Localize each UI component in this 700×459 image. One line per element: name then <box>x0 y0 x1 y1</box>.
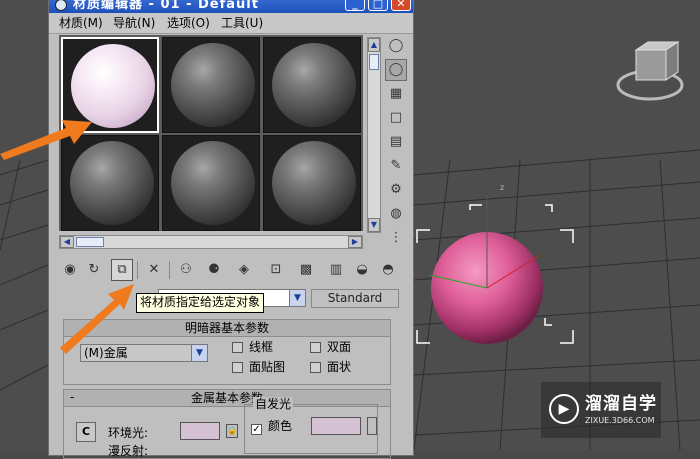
lock-icon[interactable]: 🔒 <box>226 424 238 438</box>
toolbar-separator <box>169 261 170 279</box>
scroll-thumb[interactable] <box>76 237 104 247</box>
material-editor-window: 材质编辑器 - 01 - Default _ □ ✕ 材质(M) 导航(N) 选… <box>48 0 414 459</box>
menu-utilities[interactable]: 工具(U) <box>221 15 263 31</box>
orange-arrow-icon <box>60 284 134 354</box>
minimize-button[interactable]: _ <box>345 0 365 11</box>
material-id-channel-icon[interactable]: ⊡ <box>265 259 287 281</box>
orange-arrow-icon <box>0 120 92 160</box>
toolbar-separator <box>137 261 138 279</box>
self-illum-color-swatch[interactable] <box>311 417 361 435</box>
diffuse-label: 漫反射: <box>108 444 149 458</box>
chevron-down-icon[interactable]: ▼ <box>289 290 305 306</box>
metal-basic-params-panel: - 金属基本参数 C 环境光: 漫反射: 🔒 自发光 ✓ 颜色 <box>63 389 391 459</box>
ambient-color-swatch[interactable] <box>180 422 220 440</box>
options-icon[interactable]: ⚙ <box>385 179 407 201</box>
faceted-checkbox[interactable]: 面状 <box>310 360 351 374</box>
self-illum-color-checkbox[interactable]: ✓ 颜色 <box>251 419 293 435</box>
make-unique-icon[interactable]: ⚈ <box>203 259 225 281</box>
ambient-label: 环境光: <box>108 426 149 440</box>
checkbox-label: 双面 <box>327 340 352 354</box>
material-type-button[interactable]: Standard <box>311 289 399 308</box>
sample-slot-5[interactable] <box>162 135 260 231</box>
scroll-up-arrow-icon[interactable]: ▲ <box>368 38 380 52</box>
window-titlebar[interactable]: 材质编辑器 - 01 - Default _ □ ✕ <box>49 0 413 13</box>
close-button[interactable]: ✕ <box>391 0 411 11</box>
sample-sphere <box>171 43 255 127</box>
make-preview-icon[interactable]: ✎ <box>385 155 407 177</box>
scroll-left-arrow-icon[interactable]: ◀ <box>60 236 74 248</box>
side-toolbar: ◯ ◯ ▦ □ ▤ ✎ ⚙ ◍ ⋮ <box>385 35 411 255</box>
two-sided-checkbox[interactable]: 双面 <box>310 340 351 354</box>
maximize-button[interactable]: □ <box>368 0 388 11</box>
show-end-result-icon[interactable]: ▥ <box>325 259 347 281</box>
sample-slot-3[interactable] <box>263 37 361 133</box>
self-illumination-label: 自发光 <box>253 397 294 411</box>
material-map-navigator-icon[interactable]: ⋮ <box>385 227 407 249</box>
assign-tooltip: 将材质指定给选定对象 <box>136 293 265 313</box>
scroll-thumb[interactable] <box>369 54 379 70</box>
menu-navigation[interactable]: 导航(N) <box>113 15 155 31</box>
sample-horizontal-scrollbar[interactable]: ◀ ▶ <box>59 235 363 249</box>
menu-bar: 材质(M) 导航(N) 选项(O) 工具(U) <box>49 13 413 34</box>
sample-vertical-scrollbar[interactable]: ▲ ▼ <box>367 37 381 233</box>
go-to-parent-icon[interactable]: ◒ <box>351 259 373 281</box>
reset-map-icon[interactable]: ✕ <box>143 259 165 281</box>
background-checker-icon[interactable]: ▦ <box>385 83 407 105</box>
sample-slots-grid <box>59 35 363 231</box>
scroll-down-arrow-icon[interactable]: ▼ <box>368 218 380 232</box>
video-color-check-icon[interactable]: ▤ <box>385 131 407 153</box>
material-editor-icon <box>55 0 67 11</box>
chevron-down-icon[interactable]: ▼ <box>191 345 207 361</box>
wireframe-checkbox[interactable]: 线框 <box>232 340 273 354</box>
checkbox-checked-icon[interactable]: ✓ <box>251 424 262 435</box>
sample-sphere <box>272 43 356 127</box>
checkbox-label: 面贴图 <box>249 360 286 374</box>
scroll-right-arrow-icon[interactable]: ▶ <box>348 236 362 248</box>
sample-slot-2[interactable] <box>162 37 260 133</box>
axis-label-z: z <box>500 183 504 192</box>
checkbox-label: 线框 <box>249 340 274 354</box>
show-map-icon[interactable]: ▩ <box>295 259 317 281</box>
put-to-library-icon[interactable]: ◈ <box>233 259 255 281</box>
checkbox-box[interactable] <box>310 362 321 373</box>
checkbox-box[interactable] <box>232 342 243 353</box>
face-map-checkbox[interactable]: 面贴图 <box>232 360 285 374</box>
self-illum-map-button[interactable] <box>367 417 377 435</box>
backlight-icon[interactable]: ◯ <box>385 59 407 81</box>
menu-options[interactable]: 选项(O) <box>167 15 210 31</box>
self-illumination-group: 自发光 ✓ 颜色 <box>244 397 378 454</box>
window-title: 材质编辑器 - 01 - Default <box>73 0 259 12</box>
watermark-subtitle: ZIXUE.3D66.COM <box>585 416 655 425</box>
play-icon: ▶ <box>549 394 579 424</box>
select-by-material-icon[interactable]: ◍ <box>385 203 407 225</box>
sample-type-icon[interactable]: ◯ <box>385 35 407 57</box>
lock-ambient-button[interactable]: C <box>76 422 96 442</box>
copy-material-icon[interactable]: ⚇ <box>175 259 197 281</box>
checkbox-label: 面状 <box>327 360 352 374</box>
menu-material[interactable]: 材质(M) <box>59 15 103 31</box>
checkbox-box[interactable] <box>232 362 243 373</box>
sample-sphere <box>272 141 356 225</box>
checkbox-box[interactable] <box>310 342 321 353</box>
watermark-logo: ▶ 溜溜自学 ZIXUE.3D66.COM <box>541 382 661 438</box>
watermark-title: 溜溜自学 <box>585 394 657 414</box>
sample-uv-tiling-icon[interactable]: □ <box>385 107 407 129</box>
sample-slot-6[interactable] <box>263 135 361 231</box>
checkbox-label: 颜色 <box>268 419 293 433</box>
sample-sphere <box>171 141 255 225</box>
go-forward-sibling-icon[interactable]: ◓ <box>377 259 399 281</box>
